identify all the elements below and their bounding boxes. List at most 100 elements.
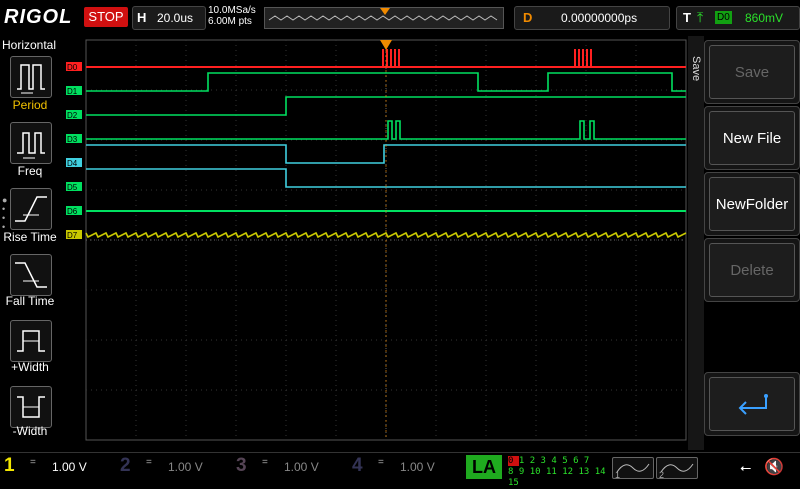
- d0-burst-pulse: [574, 49, 576, 67]
- delete-label: Delete: [709, 243, 795, 297]
- period-button[interactable]: [10, 56, 52, 98]
- digital-channel-label[interactable]: D4: [66, 158, 82, 168]
- negative-width-icon: [17, 396, 45, 418]
- new-folder-label: NewFolder: [709, 177, 795, 231]
- la-map-channel: 6: [573, 456, 584, 466]
- horizontal-timebase-box[interactable]: H 20.0us: [132, 6, 206, 30]
- la-map-channel: 1: [518, 456, 530, 466]
- channel-2-coupling: =: [146, 457, 152, 468]
- digital-channel-label[interactable]: D7: [66, 230, 82, 240]
- channel-1-scale: 1.00 V: [52, 460, 87, 474]
- new-file-button[interactable]: New File: [704, 106, 800, 170]
- negative-width-label: -Width: [12, 424, 48, 438]
- sample-rate: 10.0MSa/s: [208, 5, 256, 16]
- digital-channel-label[interactable]: D3: [66, 134, 82, 144]
- channel-1-coupling: =: [30, 457, 36, 468]
- digital-channel-label[interactable]: D1: [66, 86, 82, 96]
- new-file-label: New File: [709, 111, 795, 165]
- channel-3-box[interactable]: 3 = 1.00 V: [232, 455, 344, 479]
- delete-button[interactable]: Delete: [704, 238, 800, 302]
- channel-3-number: 3: [236, 455, 247, 476]
- delay-box[interactable]: D 0.00000000ps: [514, 6, 670, 30]
- ref-slot-2[interactable]: 2: [656, 457, 698, 480]
- channel-4-box[interactable]: 4 = 1.00 V: [348, 455, 460, 479]
- delay-key: D: [523, 10, 533, 25]
- positive-width-button[interactable]: [10, 320, 52, 362]
- channel-3-coupling: =: [262, 457, 268, 468]
- svg-text:D0: D0: [67, 63, 78, 72]
- delay-value: 0.00000000ps: [561, 11, 638, 25]
- trigger-marker: [380, 40, 392, 50]
- top-status-bar: RIGOL STOP H 20.0us 10.0MSa/s 6.00M pts …: [0, 0, 800, 36]
- la-map-channel: 0: [508, 456, 519, 466]
- fall-time-button[interactable]: [10, 254, 52, 296]
- rise-time-button[interactable]: [10, 188, 52, 230]
- save-button[interactable]: Save: [704, 40, 800, 104]
- la-map-channel: 14: [594, 467, 606, 477]
- svg-text:D2: D2: [67, 111, 78, 120]
- la-map-channel: 5: [562, 456, 574, 466]
- la-map-channel: 10: [529, 467, 546, 477]
- run-stop-indicator[interactable]: STOP: [84, 7, 128, 27]
- la-map-channel: 4: [551, 456, 563, 466]
- new-folder-button[interactable]: NewFolder: [704, 172, 800, 236]
- digital-channel-label[interactable]: D5: [66, 182, 82, 192]
- speaker-muted-icon[interactable]: 🔇: [764, 457, 784, 477]
- digital-channel-label[interactable]: D2: [66, 110, 82, 120]
- d0-burst-pulse: [590, 49, 592, 67]
- save-menu-title: Save: [688, 36, 704, 450]
- channel-2-number: 2: [120, 455, 131, 476]
- channel-3-scale: 1.00 V: [284, 460, 319, 474]
- ref-slot-1-number: 1: [615, 470, 621, 480]
- svg-text:D4: D4: [67, 159, 78, 168]
- svg-text:D5: D5: [67, 183, 78, 192]
- channel-1-number: 1: [4, 455, 15, 476]
- svg-text:D1: D1: [67, 87, 78, 96]
- menu-title: Horizontal: [2, 38, 57, 52]
- la-map-channel: 3: [540, 456, 552, 466]
- d0-burst-pulse: [394, 49, 396, 67]
- save-button-label: Save: [709, 45, 795, 99]
- logic-analyzer-button[interactable]: LA: [466, 455, 502, 479]
- freq-button[interactable]: [10, 122, 52, 164]
- la-map-channel: 7: [583, 456, 590, 466]
- la-map-channel: 2: [529, 456, 541, 466]
- memory-overview-strip: [264, 7, 504, 29]
- la-map-channel: 9: [518, 467, 530, 477]
- return-icon: [709, 377, 795, 431]
- la-map-row-1: 0 1 2 3 4 5 6 7: [508, 456, 608, 467]
- digital-channel-label[interactable]: D6: [66, 206, 82, 216]
- fall-time-icon: [15, 262, 47, 288]
- channel-1-box[interactable]: 1 = 1.00 V: [0, 455, 112, 479]
- la-map-row-2: 8 9 10 11 12 13 14 15: [508, 467, 608, 489]
- d0-burst-pulse: [382, 49, 384, 67]
- memory-waveform-overview: [268, 8, 498, 21]
- d0-burst-pulse: [390, 49, 392, 67]
- trigger-key: T: [683, 10, 691, 25]
- acquisition-info: 10.0MSa/s 6.00M pts: [208, 5, 256, 27]
- trigger-source: D0: [715, 11, 732, 24]
- la-channel-map: 0 1 2 3 4 5 6 7 8 9 10 11 12 13 14 15: [508, 456, 608, 488]
- la-map-channel: 12: [562, 467, 579, 477]
- rise-time-label: Rise Time: [3, 230, 57, 244]
- rising-edge-icon: ⤒: [697, 9, 704, 25]
- period-icon: [17, 64, 45, 94]
- fall-time-label: Fall Time: [5, 294, 55, 308]
- ref-slot-1[interactable]: 1: [612, 457, 654, 480]
- d0-burst-pulse: [586, 49, 588, 67]
- rise-time-icon: [15, 196, 47, 222]
- d0-burst-pulse: [398, 49, 400, 67]
- timebase-value: 20.0us: [157, 11, 194, 25]
- freq-icon: [17, 132, 45, 159]
- channel-2-box[interactable]: 2 = 1.00 V: [116, 455, 228, 479]
- negative-width-button[interactable]: [10, 386, 52, 428]
- save-menu: Save Save New File NewFolder Delete: [688, 36, 800, 450]
- waveform-display[interactable]: D0 D1 D2 D3 D4 D5 D6 D7: [66, 39, 687, 441]
- channel-2-scale: 1.00 V: [168, 460, 203, 474]
- horizontal-key: H: [137, 10, 147, 25]
- return-button[interactable]: [704, 372, 800, 436]
- trigger-box[interactable]: T ⤒ D0 860mV: [676, 6, 800, 30]
- svg-text:D3: D3: [67, 135, 78, 144]
- digital-channel-label[interactable]: D0: [66, 62, 82, 72]
- d0-burst-pulse: [582, 49, 584, 67]
